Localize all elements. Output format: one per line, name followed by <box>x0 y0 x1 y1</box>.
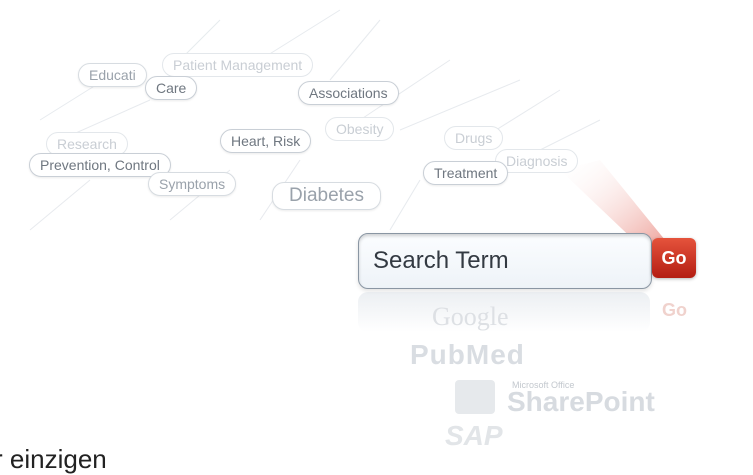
pubmed-logo: PubMed <box>410 339 525 370</box>
sap-logo: SAP <box>445 420 503 451</box>
go-button[interactable]: Go <box>652 238 696 278</box>
tag-treatment[interactable]: Treatment <box>423 161 509 185</box>
tag-drugs[interactable]: Drugs <box>444 126 504 150</box>
tag-education[interactable]: Educati <box>78 63 147 87</box>
bottom-partial-text: r einzigen <box>0 444 107 474</box>
search-term-text: Search Term <box>373 247 509 274</box>
sharepoint-logo: SharePoint <box>507 386 655 417</box>
tag-obesity[interactable]: Obesity <box>325 117 395 141</box>
google-logo: Google <box>432 302 509 331</box>
search-scene: Educati Patient Management Care Associat… <box>0 0 753 474</box>
tag-prevention-control[interactable]: Prevention, Control <box>29 153 171 177</box>
tag-associations[interactable]: Associations <box>298 81 399 105</box>
go-button-reflection: Go <box>662 300 687 320</box>
search-input[interactable]: Search Term <box>358 233 652 289</box>
tag-symptoms[interactable]: Symptoms <box>148 172 237 196</box>
tag-patient-management[interactable]: Patient Management <box>162 53 314 77</box>
sharepoint-icon <box>455 380 495 414</box>
tag-care[interactable]: Care <box>145 76 198 100</box>
tag-diabetes[interactable]: Diabetes <box>272 182 381 210</box>
tag-heart-risk[interactable]: Heart, Risk <box>220 129 312 153</box>
